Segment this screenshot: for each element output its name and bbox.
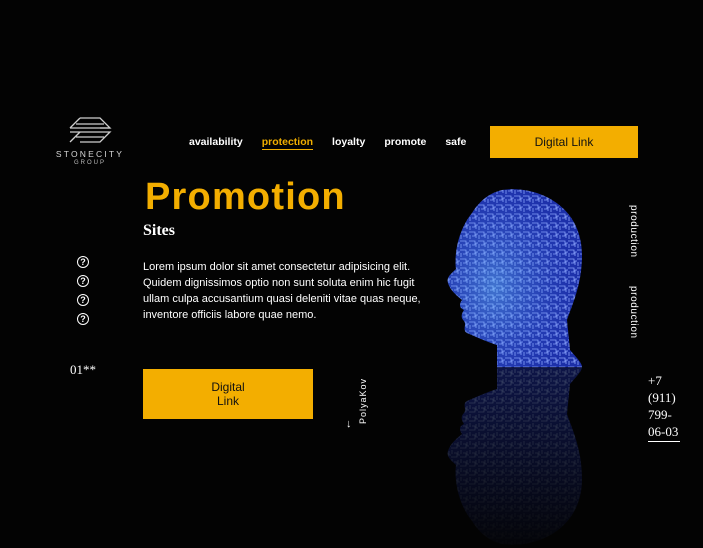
brand-name: STONECITY [55,149,125,159]
hero-description: Lorem ipsum dolor sit amet consectetur a… [143,261,421,321]
question-circle-icon[interactable]: ? [77,294,89,306]
nav-item-protection[interactable]: protection [261,136,314,150]
vertical-label-production-1[interactable]: production [628,205,639,258]
hero-subtitle: Sites [143,222,175,239]
digital-link-header-button[interactable]: Digital Link [490,126,638,158]
hero-title: Promotion [145,176,346,218]
side-icon-column: ? ? ? ? [77,256,89,332]
hero-cta-line-1: Digital [211,380,245,394]
author-name: PolyaKov [358,378,368,425]
question-circle-icon[interactable]: ? [77,275,89,287]
question-circle-icon[interactable]: ? [77,256,89,268]
vertical-label-production-2[interactable]: production [628,286,639,339]
brand-sub: GROUP [73,160,106,166]
slide-counter: 01** [70,362,96,377]
arrow-down-icon: ↓ [346,418,352,430]
phone-number[interactable]: +7 (911) 799-06-03 [648,372,680,442]
nav-item-loyalty[interactable]: loyalty [332,136,365,150]
digital-head-image [442,189,587,548]
nav-item-availability[interactable]: availability [189,136,243,150]
digital-link-hero-button[interactable]: Digital Link [143,369,313,419]
head-shape [447,189,582,367]
main-nav: availability protection loyalty promote … [189,136,466,150]
nav-item-promote[interactable]: promote [384,136,426,150]
nav-item-safe[interactable]: safe [445,136,466,150]
author-scroll[interactable]: PolyaKov ↓ [344,378,374,430]
stonecity-logo-icon [69,117,112,143]
hero-cta-line-2: Link [216,394,239,408]
brand-logo[interactable]: STONECITY GROUP [50,114,130,166]
question-circle-icon[interactable]: ? [77,313,89,325]
